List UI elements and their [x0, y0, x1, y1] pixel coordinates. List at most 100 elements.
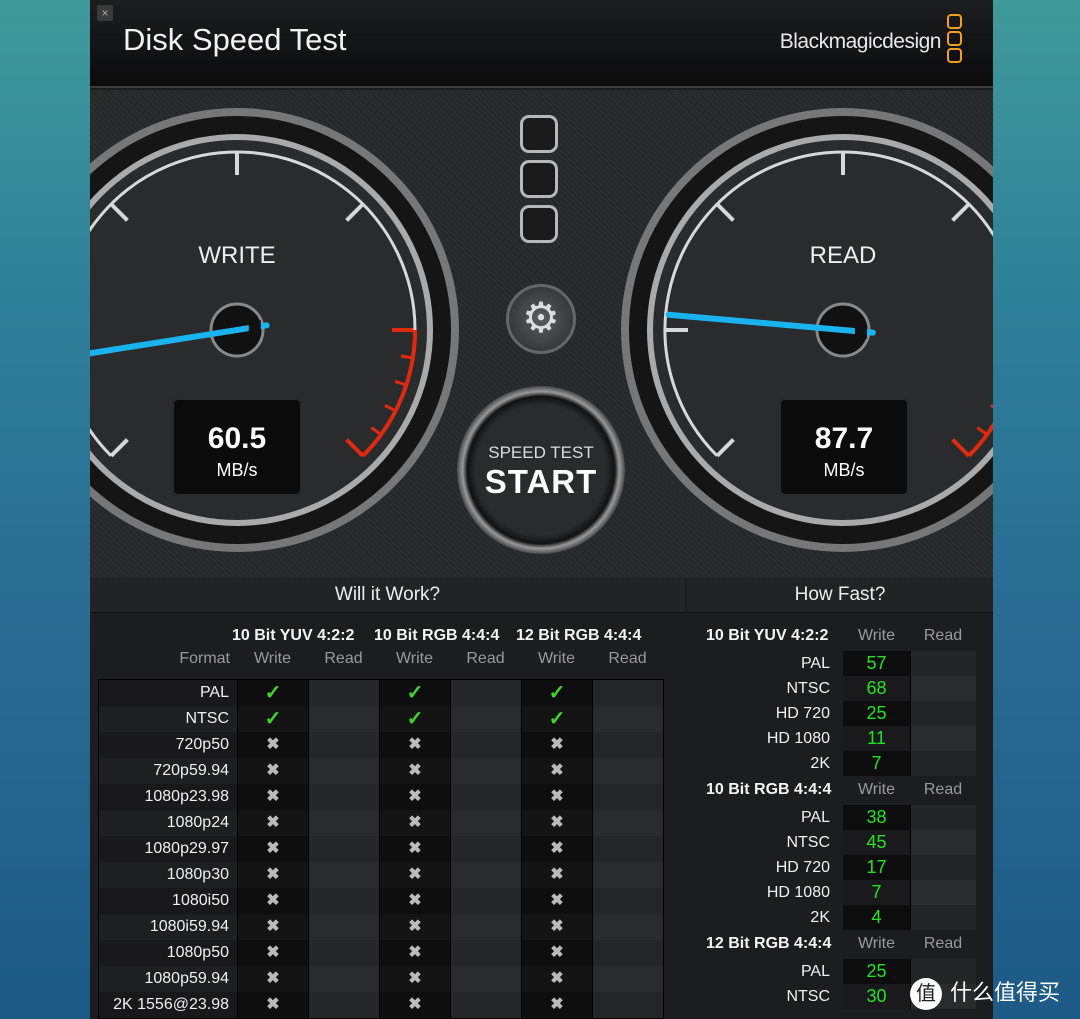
read-result-cell: [308, 992, 379, 1018]
group-header: 10 Bit RGB 4:4:4: [374, 627, 500, 644]
start-button[interactable]: SPEED TEST START: [457, 386, 625, 554]
check-icon: ✓: [548, 708, 566, 730]
format-label: HD 1080: [766, 730, 830, 747]
write-result-cell: ✓: [379, 706, 450, 732]
read-result-cell: [592, 680, 663, 706]
format-label: PAL: [800, 809, 830, 826]
format-label: NTSC: [786, 834, 830, 851]
read-result-cell: [592, 836, 663, 862]
cross-icon: ✖: [550, 788, 564, 805]
close-icon[interactable]: ×: [97, 5, 113, 21]
cross-icon: ✖: [266, 892, 280, 909]
format-label: 1080p50: [166, 944, 229, 961]
write-header: Write: [537, 650, 576, 667]
read-result-cell: [450, 836, 521, 862]
format-label: HD 1080: [766, 884, 830, 901]
read-result-cell: [308, 966, 379, 992]
read-readout: 87.7 MB/s: [779, 398, 909, 496]
group-header: 10 Bit YUV 4:2:2: [706, 627, 829, 644]
write-fps-value: 57: [843, 651, 910, 676]
write-result-cell: ✓: [237, 680, 308, 706]
write-fps-value: 30: [843, 984, 910, 1009]
read-result-cell: [592, 732, 663, 758]
format-header: Format: [179, 650, 230, 667]
check-icon: ✓: [406, 682, 424, 704]
read-result-cell: [450, 940, 521, 966]
read-result-cell: [592, 706, 663, 732]
read-result-cell: [592, 758, 663, 784]
write-result-cell: ✖: [237, 732, 308, 758]
write-result-cell: ✖: [379, 810, 450, 836]
format-label: 720p59.94: [153, 762, 229, 779]
read-fps-cell: [910, 676, 976, 701]
group-header: 10 Bit YUV 4:2:2: [232, 627, 355, 644]
read-result-cell: [450, 914, 521, 940]
write-result-cell: ✖: [521, 784, 592, 810]
format-label: NTSC: [786, 988, 830, 1005]
write-result-cell: ✖: [379, 862, 450, 888]
write-fps-value: 7: [843, 751, 910, 776]
read-result-cell: [308, 914, 379, 940]
format-label: 1080i50: [172, 892, 229, 909]
write-speed-unit: MB/s: [216, 460, 258, 480]
cross-icon: ✖: [408, 892, 422, 909]
cross-icon: ✖: [550, 840, 564, 857]
write-result-cell: ✖: [379, 940, 450, 966]
write-header: Write: [857, 627, 896, 644]
write-fps-value: 25: [843, 959, 910, 984]
read-header: Read: [923, 781, 963, 798]
cross-icon: ✖: [408, 944, 422, 961]
format-label: PAL: [800, 963, 830, 980]
start-button-label: START: [484, 463, 598, 500]
read-result-cell: [592, 914, 663, 940]
group-header: 12 Bit RGB 4:4:4: [706, 935, 832, 952]
blackmagic-logo-icon: [947, 14, 963, 65]
write-readout: 60.5 MB/s: [172, 398, 302, 496]
read-result-cell: [450, 862, 521, 888]
write-fps-value: 45: [843, 830, 910, 855]
format-label: HD 720: [775, 859, 830, 876]
read-result-cell: [592, 966, 663, 992]
write-result-cell: ✖: [521, 758, 592, 784]
write-result-cell: ✖: [379, 888, 450, 914]
write-result-cell: ✖: [379, 992, 450, 1018]
how-fast-header: How Fast?: [687, 577, 993, 613]
cross-icon: ✖: [408, 840, 422, 857]
format-label: 2K: [810, 755, 830, 772]
write-gauge-red-tick: [400, 354, 414, 360]
write-result-cell: ✖: [237, 784, 308, 810]
cross-icon: ✖: [266, 736, 280, 753]
watermark-badge: 值: [910, 978, 942, 1010]
cross-icon: ✖: [408, 814, 422, 831]
read-result-cell: [450, 784, 521, 810]
format-label: 2K: [810, 909, 830, 926]
cross-icon: ✖: [266, 866, 280, 883]
read-speed-value: 87.7: [814, 422, 874, 455]
cross-icon: ✖: [550, 866, 564, 883]
read-result-cell: [450, 758, 521, 784]
read-fps-cell: [910, 726, 976, 751]
read-speed-unit: MB/s: [823, 460, 865, 480]
write-result-cell: ✖: [237, 836, 308, 862]
write-fps-value: 17: [843, 855, 910, 880]
read-result-cell: [308, 680, 379, 706]
read-result-cell: [450, 732, 521, 758]
read-fps-cell: [910, 855, 976, 880]
write-result-cell: ✖: [521, 992, 592, 1018]
format-label: 720p50: [175, 736, 229, 753]
cross-icon: ✖: [408, 866, 422, 883]
read-header: Read: [923, 627, 963, 644]
write-fps-value: 38: [843, 805, 910, 830]
gear-icon[interactable]: ⚙: [506, 284, 576, 354]
read-result-cell: [450, 810, 521, 836]
gauge-panel: WRITE READ 60.5 MB/s 87.7 MB/s ⚙ SPEED T…: [90, 90, 993, 577]
group-header: 12 Bit RGB 4:4:4: [516, 627, 642, 644]
write-speed-value: 60.5: [207, 422, 267, 455]
cross-icon: ✖: [266, 918, 280, 935]
cross-icon: ✖: [408, 788, 422, 805]
cross-icon: ✖: [550, 736, 564, 753]
read-result-cell: [450, 888, 521, 914]
title-bar: × Disk Speed Test Blackmagicdesign: [90, 0, 993, 88]
read-fps-cell: [910, 830, 976, 855]
read-result-cell: [592, 784, 663, 810]
